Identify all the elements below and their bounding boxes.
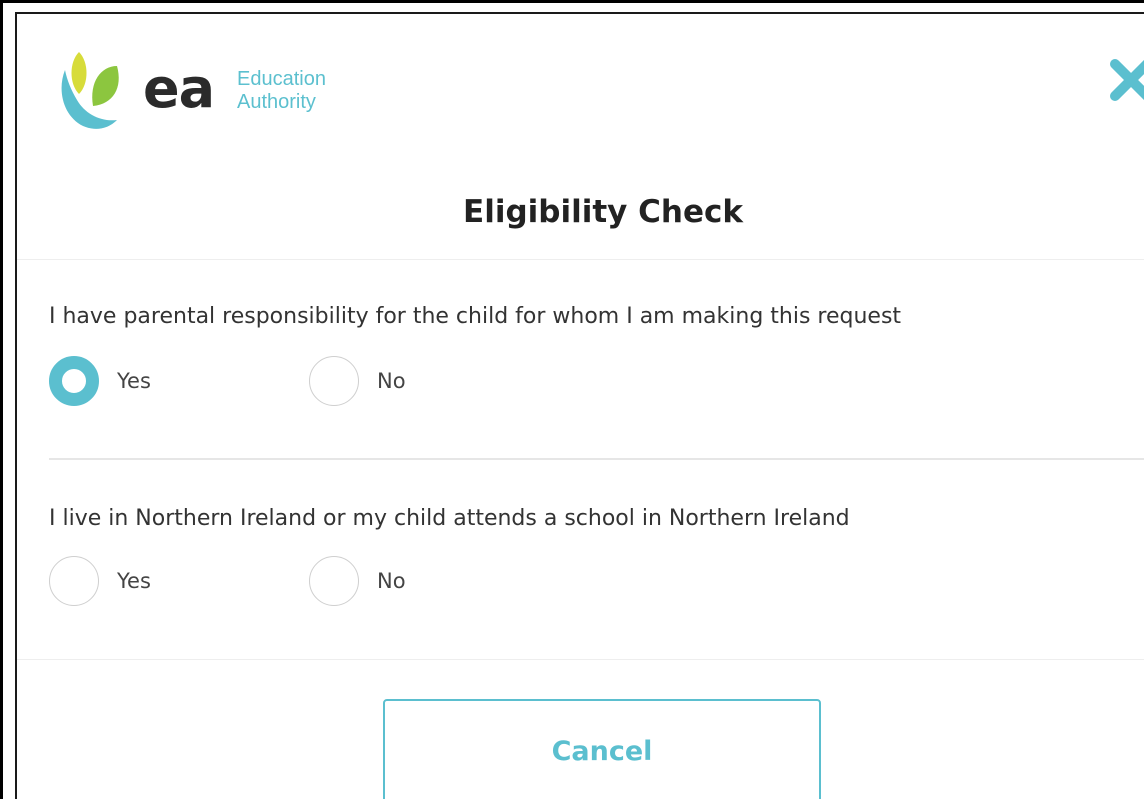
dialog-title: Eligibility Check: [463, 194, 743, 230]
eligibility-dialog: ea Education Authority Eligibility Check…: [15, 12, 1144, 799]
footer-separator: [17, 659, 1144, 660]
window-frame: ea Education Authority Eligibility Check…: [0, 0, 1144, 799]
close-icon[interactable]: [1107, 56, 1144, 104]
radio-q1-no[interactable]: [309, 356, 359, 406]
education-authority-logo: ea Education Authority: [57, 48, 357, 138]
radio-q1-yes-selected[interactable]: [49, 356, 99, 406]
cancel-button[interactable]: Cancel: [383, 699, 821, 799]
logo-ea-mark: ea: [143, 57, 215, 120]
radio-option-q2-no[interactable]: No: [309, 553, 406, 609]
logo-leaf-icon: [61, 52, 119, 129]
radio-label: Yes: [117, 369, 151, 393]
radio-label: Yes: [117, 569, 151, 593]
radio-label: No: [377, 369, 406, 393]
question-divider: [49, 458, 1144, 460]
question-northern-ireland: I live in Northern Ireland or my child a…: [49, 506, 850, 531]
radio-option-q2-yes[interactable]: Yes: [49, 553, 151, 609]
logo-text-line1: Education: [237, 68, 326, 90]
header-separator: [17, 259, 1144, 260]
radio-option-q1-yes[interactable]: Yes: [49, 353, 151, 409]
question-parental-responsibility: I have parental responsibility for the c…: [49, 304, 902, 329]
radio-option-q1-no[interactable]: No: [309, 353, 406, 409]
logo-text-line2: Authority: [237, 91, 316, 113]
radio-q2-yes[interactable]: [49, 556, 99, 606]
radio-label: No: [377, 569, 406, 593]
radio-q2-no[interactable]: [309, 556, 359, 606]
logo-text: Education Authority: [237, 68, 326, 114]
